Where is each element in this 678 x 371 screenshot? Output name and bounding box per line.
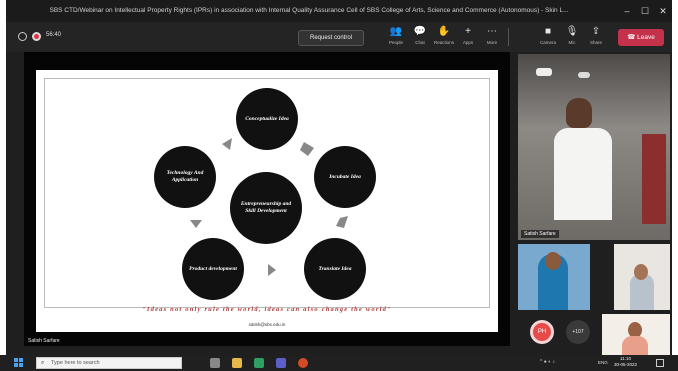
record-icon [32, 32, 41, 41]
slide-quote: "Ideas not only rule the world, ideas ca… [142, 306, 392, 313]
meeting-timer: 56:40 [46, 32, 62, 38]
reactions-icon: ✋ [437, 26, 451, 37]
reactions-button[interactable]: ✋ Reactions [434, 25, 454, 49]
leave-button[interactable]: ☎ Leave [618, 29, 664, 46]
ceiling-light [578, 72, 590, 78]
people-icon: 👥 [389, 26, 403, 37]
arrow-3 [268, 264, 276, 276]
shield-icon [18, 32, 27, 41]
participant-video [622, 336, 648, 355]
close-button[interactable]: ✕ [654, 0, 672, 22]
phone-icon: ☎ [627, 34, 638, 41]
clock[interactable]: 11:10 30-05-2022 [614, 356, 637, 368]
presentation-slide: Conceptualize Idea Incubate Idea Transla… [36, 70, 498, 332]
teams-icon[interactable] [276, 358, 286, 368]
toolbar-divider [508, 28, 509, 46]
door [642, 134, 666, 224]
chat-icon: 💬 [413, 26, 427, 37]
apps-icon: + [465, 26, 471, 37]
arrow-2 [336, 216, 348, 228]
presenter-video [566, 98, 592, 128]
mic-icon: 🎙 [565, 26, 579, 37]
browser-icon[interactable] [298, 358, 308, 368]
video-tile-participant-1[interactable] [518, 244, 590, 310]
start-button[interactable] [14, 358, 24, 368]
task-view-icon[interactable] [210, 358, 220, 368]
people-button[interactable]: 👥 People [386, 25, 406, 49]
tile-name-label: Satish Sarfare [521, 230, 559, 238]
language-indicator[interactable]: ENG [598, 360, 608, 365]
arrow-4 [190, 220, 202, 228]
windows-icon [14, 358, 18, 362]
overflow-count: +107 [572, 329, 584, 335]
windows-icon [19, 358, 23, 362]
taskbar-search[interactable]: ⌕ Type here to search [36, 357, 182, 369]
video-tile-participant-3[interactable] [602, 314, 670, 355]
windows-taskbar: ⌕ Type here to search ^ ● ◐ ♪ ENG 11:10 … [0, 355, 678, 371]
windows-icon [19, 363, 23, 367]
shared-screen: Conceptualize Idea Incubate Idea Transla… [24, 52, 510, 346]
teams-window: SBS CTD/Webinar on Intellectual Property… [6, 0, 672, 355]
search-icon: ⌕ [41, 360, 45, 366]
ceiling-light [536, 68, 552, 76]
video-tile-participant-2[interactable] [614, 244, 670, 310]
request-control-button[interactable]: Request control [298, 30, 364, 46]
windows-icon [14, 363, 18, 367]
avatar-initials: PH [537, 329, 547, 335]
share-button[interactable]: ⇪ Share [586, 25, 606, 49]
presenter-name: Satish Sarfare [28, 338, 60, 344]
meeting-toolbar: 56:40 Request control 👥 People 💬 Chat ✋ … [6, 22, 672, 52]
clock-date: 30-05-2022 [614, 362, 638, 367]
file-explorer-icon[interactable] [232, 358, 242, 368]
share-icon: ⇪ [591, 26, 601, 37]
title-bar: SBS CTD/Webinar on Intellectual Property… [6, 0, 672, 22]
participant-face [634, 264, 648, 280]
maximize-button[interactable]: ☐ [636, 0, 654, 22]
notification-icon[interactable] [656, 359, 664, 367]
leave-label: Leave [637, 34, 655, 41]
slide-email: satish@sbs.edu.in [248, 322, 286, 327]
minimize-button[interactable]: – [618, 0, 636, 22]
camera-button[interactable]: ■ Camera [538, 25, 558, 49]
arrow-5 [222, 138, 232, 150]
chat-button[interactable]: 💬 Chat [410, 25, 430, 49]
more-icon: ⋯ [487, 26, 497, 37]
apps-button[interactable]: + Apps [458, 25, 478, 49]
search-placeholder: Type here to search [51, 360, 100, 366]
participant-face [545, 252, 561, 270]
mic-button[interactable]: 🎙 Mic [562, 25, 582, 49]
overflow-participants[interactable]: +107 [566, 320, 590, 344]
camera-icon: ■ [544, 26, 552, 37]
avatar[interactable]: PH [530, 320, 554, 344]
system-tray: ^ ● ◐ ♪ [540, 359, 556, 365]
presenter-body [554, 128, 612, 220]
window-title: SBS CTD/Webinar on Intellectual Property… [49, 7, 569, 14]
more-button[interactable]: ⋯ More [482, 25, 502, 49]
arrow-1 [300, 142, 314, 156]
store-icon[interactable] [254, 358, 264, 368]
cycle-arrows [190, 138, 348, 276]
video-tile-presenter[interactable]: Satish Sarfare [518, 54, 670, 240]
participants-panel: Satish Sarfare PH +107 [514, 52, 672, 355]
